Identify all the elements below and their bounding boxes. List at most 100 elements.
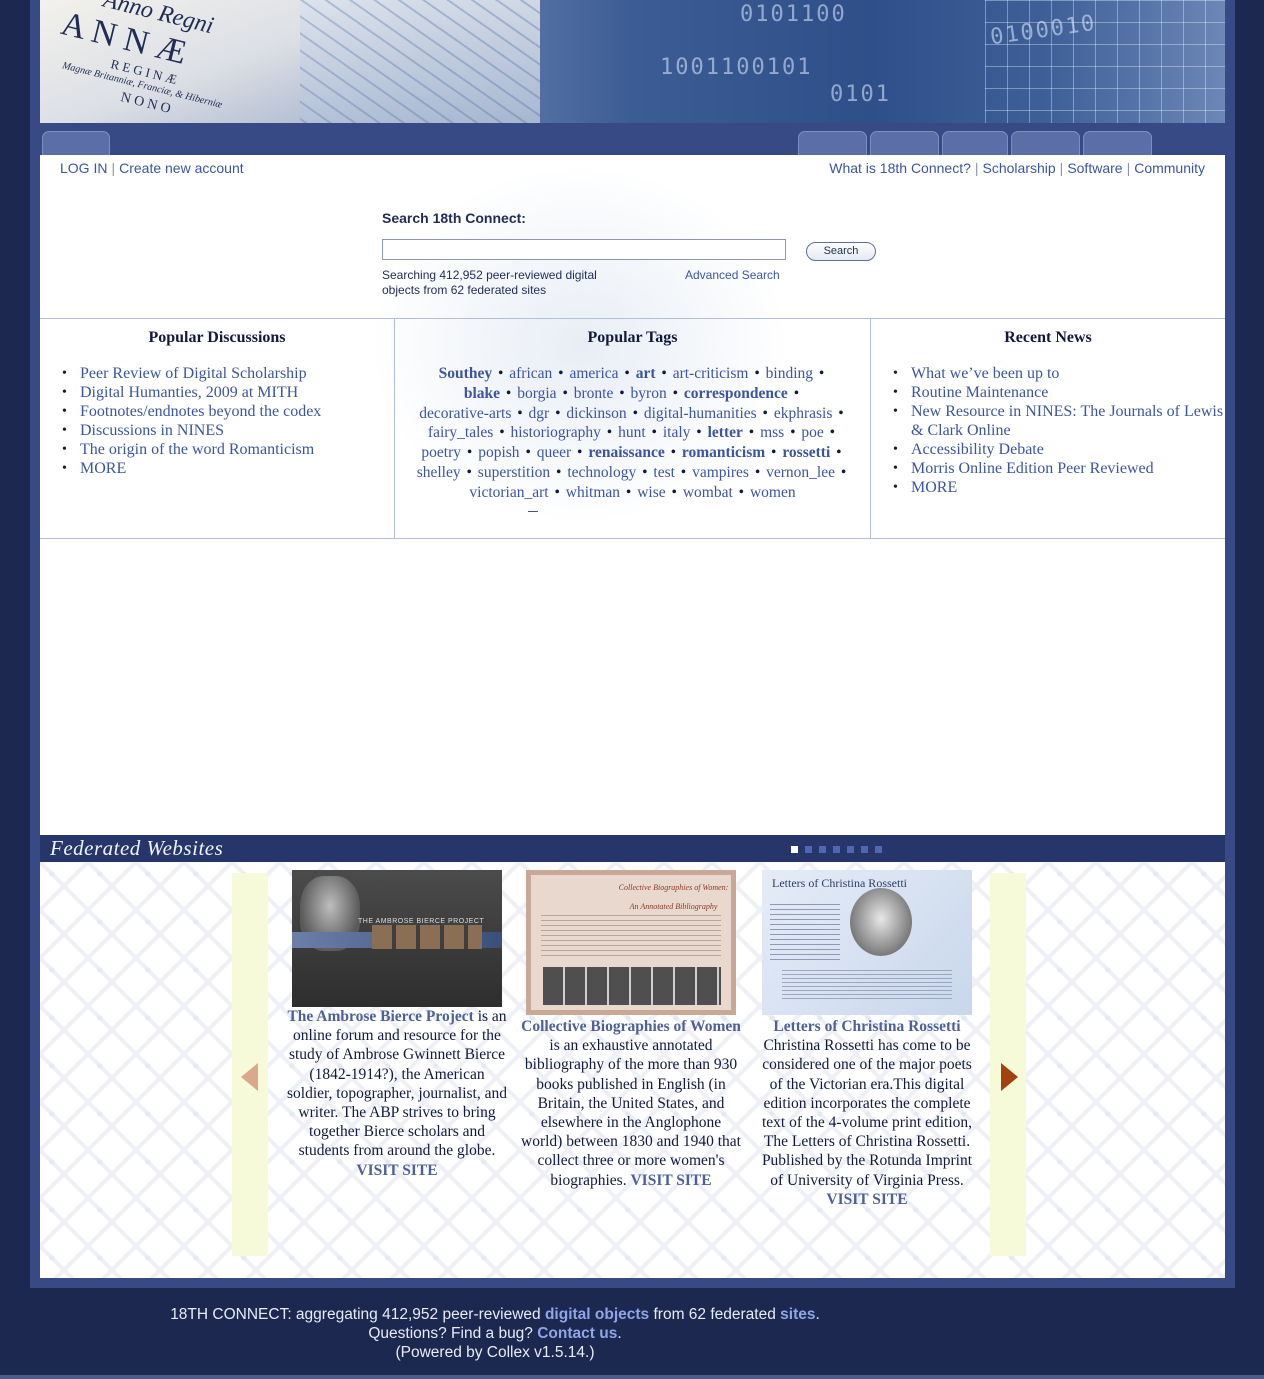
news-item[interactable]: New Resource in NINES: The Journals of L… [871,402,1225,440]
tag-separator: • [825,424,836,442]
discussion-item[interactable]: The origin of the word Romanticism [40,440,394,459]
news-item[interactable]: Routine Maintenance [871,383,1225,402]
news-item[interactable]: Accessibility Debate [871,440,1225,459]
carousel-dot[interactable] [875,846,882,853]
site-name-link[interactable]: Collective Biographies of Women [521,1018,741,1035]
tag-link[interactable]: technology [567,464,636,481]
tag-separator: • [552,463,566,481]
discussion-item[interactable]: Digital Humanties, 2009 at MITH [40,383,394,402]
tag-link[interactable]: dickinson [566,405,626,422]
site-thumbnail[interactable]: Collective Biographies of Women: An Anno… [526,870,736,1015]
banner-document-image: Anno Regni A N N Æ R E G I N Æ Magnæ Bri… [40,0,300,123]
discussion-item[interactable]: Discussions in NINES [40,421,394,440]
carousel-dot[interactable] [861,846,868,853]
tag-link[interactable]: mss [760,424,784,441]
tag-link[interactable]: rossetti [782,444,830,461]
header-banner: Anno Regni A N N Æ R E G I N Æ Magnæ Bri… [40,0,1225,123]
tag-link[interactable]: shelley [417,464,461,481]
visit-site-link[interactable]: VISIT SITE [356,1162,437,1179]
tag-link[interactable]: renaissance [588,444,664,461]
scholarship-link[interactable]: Scholarship [983,160,1056,176]
tag-link[interactable]: italy [663,424,691,441]
carousel-dot[interactable] [791,846,798,853]
tag-link[interactable]: bronte [574,385,614,402]
tag-link[interactable]: wise [637,484,665,501]
carousel-dot[interactable] [847,846,854,853]
tag-link[interactable]: art-criticism [673,365,749,382]
tag-link[interactable]: ekphrasis [774,405,833,422]
create-account-link[interactable]: Create new account [119,160,244,176]
tag-link[interactable]: vernon_lee [766,464,835,481]
news-item[interactable]: Morris Online Edition Peer Reviewed [871,459,1225,478]
tag-link[interactable]: queer [537,444,571,461]
tag-link[interactable]: binding [766,365,813,382]
tag-link[interactable]: romanticism [682,444,765,461]
discussions-list: Peer Review of Digital ScholarshipDigita… [40,364,394,478]
tag-link[interactable]: america [569,365,618,382]
tab-3[interactable] [942,131,1008,155]
tag-link[interactable]: hunt [618,424,646,441]
tag-link[interactable]: art [636,365,656,382]
tag-link[interactable]: fairy_tales [428,424,493,441]
tag-link[interactable]: poe [801,424,823,441]
popular-discussions-title: Popular Discussions [148,329,286,346]
tag-link[interactable]: whitman [566,484,620,501]
tab-home[interactable] [42,131,110,155]
news-item[interactable]: MORE [871,478,1225,497]
tag-link[interactable]: test [653,464,675,481]
search-button[interactable]: Search [806,242,876,261]
tab-5[interactable] [1083,131,1152,155]
tag-link[interactable]: african [509,365,552,382]
carousel-dot[interactable] [819,846,826,853]
tag-link[interactable]: popish [478,444,519,461]
next-panel[interactable] [990,873,1026,1256]
site-name-link[interactable]: Letters of Christina Rossetti [773,1018,960,1035]
site-thumbnail[interactable]: Letters of Christina Rossetti [762,870,972,1015]
contact-us-link[interactable]: Contact us [537,1325,617,1342]
discussion-item[interactable]: Footnotes/endnotes beyond the codex [40,402,394,421]
prev-panel[interactable] [232,873,268,1256]
tab-4[interactable] [1011,131,1080,155]
tag-link[interactable]: wombat [683,484,733,501]
tab-2[interactable] [870,131,939,155]
search-label: Search 18th Connect: [382,210,526,226]
sites-link[interactable]: sites [780,1306,815,1323]
tag-link[interactable]: decorative-arts [419,405,511,422]
tag-link[interactable]: dgr [529,405,550,422]
login-link[interactable]: LOG IN [60,160,107,176]
tag-link[interactable]: Southey [439,365,492,382]
tab-1[interactable] [798,131,867,155]
carousel-dot[interactable] [805,846,812,853]
tag-link[interactable]: victorian_art [469,484,548,501]
software-link[interactable]: Software [1067,160,1122,176]
tag-link[interactable]: superstition [478,464,550,481]
visit-site-link[interactable]: VISIT SITE [630,1172,711,1189]
advanced-search-link[interactable]: Advanced Search [685,268,780,282]
tag-link[interactable]: poetry [421,444,461,461]
tag-link[interactable]: vampires [692,464,749,481]
what-is-link[interactable]: What is 18th Connect? [829,160,971,176]
tag-link[interactable]: blake [464,385,500,402]
carousel-dot[interactable] [833,846,840,853]
tag-link[interactable]: borgia [517,385,556,402]
tag-link[interactable]: correspondence [684,385,788,402]
tag-link[interactable]: historiography [511,424,601,441]
arrow-left-icon[interactable] [241,1063,258,1091]
tag-separator: • [676,463,691,481]
tag-link[interactable]: byron [631,385,667,402]
visit-site-link[interactable]: VISIT SITE [826,1191,907,1208]
tag-link[interactable]: women [750,484,796,501]
community-link[interactable]: Community [1134,160,1205,176]
tag-link[interactable]: letter [708,424,743,441]
footer-version: (Powered by Collex v1.5.14.) [395,1344,595,1361]
news-item[interactable]: What we’ve been up to [871,364,1225,383]
arrow-right-icon[interactable] [1001,1063,1018,1091]
tag-separator: • [832,444,842,462]
discussion-item[interactable]: Peer Review of Digital Scholarship [40,364,394,383]
site-name-link[interactable]: The Ambrose Bierce Project [287,1008,473,1025]
digital-objects-link[interactable]: digital objects [545,1306,649,1323]
site-thumbnail[interactable]: THE AMBROSE BIERCE PROJECT [292,870,502,1007]
discussion-item[interactable]: MORE [40,459,394,478]
tag-link[interactable]: digital-humanities [644,405,757,422]
search-input[interactable] [382,239,786,260]
